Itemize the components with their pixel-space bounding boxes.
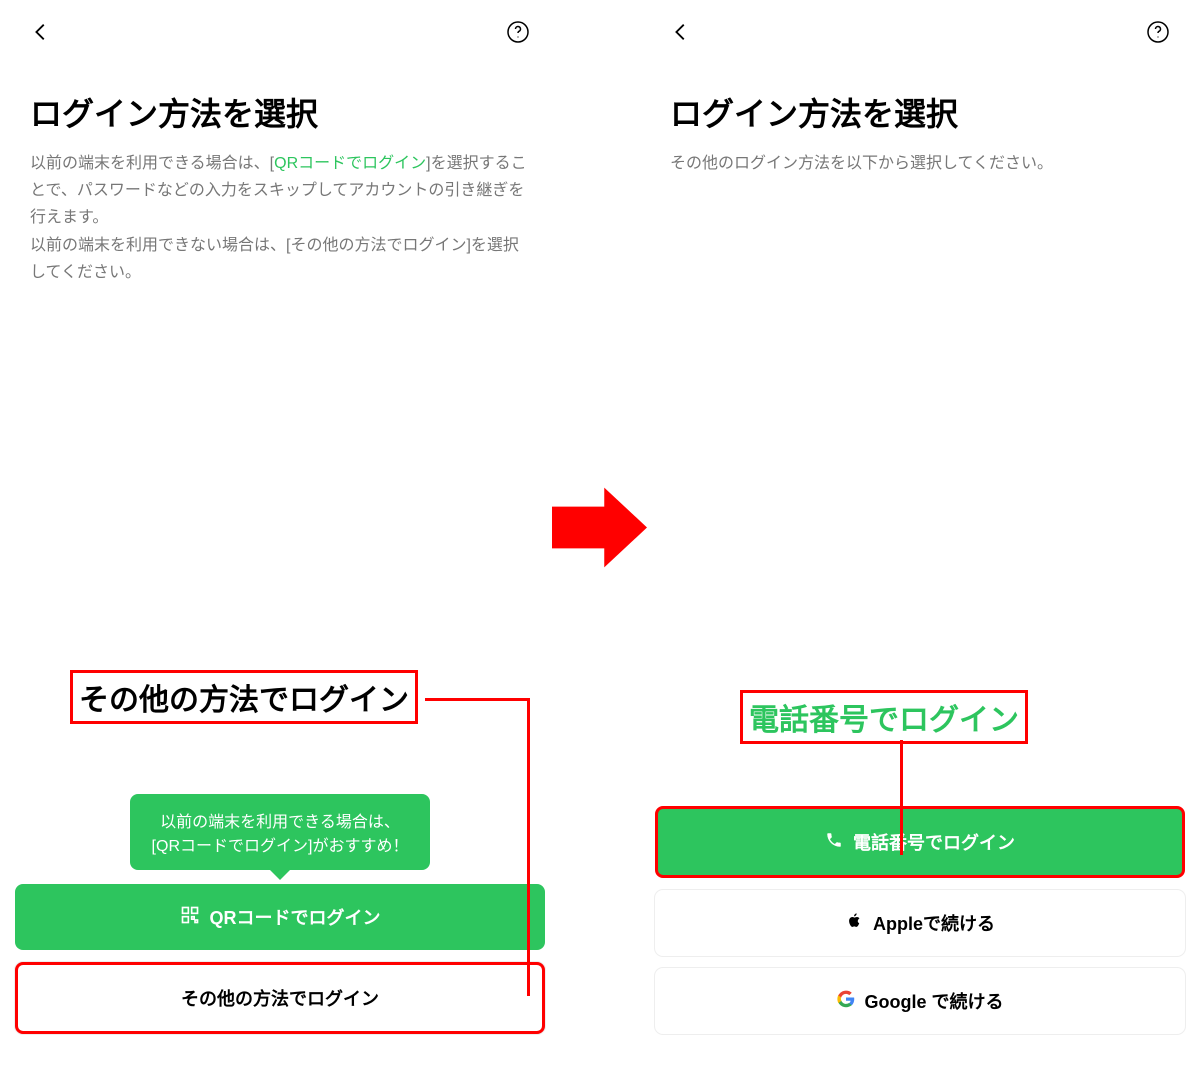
desc-prefix: 以前の端末を利用できる場合は、[ — [30, 155, 274, 172]
apple-icon — [845, 911, 863, 936]
annotation-left: その他の方法でログイン — [70, 670, 418, 724]
phone-icon — [825, 831, 843, 854]
back-icon[interactable] — [670, 21, 692, 48]
tooltip: 以前の端末を利用できる場合は、 [QRコードでログイン]がおすすめ！ — [130, 794, 431, 870]
description: 以前の端末を利用できる場合は、[QRコードでログイン]を選択することで、パスワー… — [0, 145, 560, 291]
desc-suffix: ]を選択することで、パスワードなどの入力をスキップしてアカウントの引き継ぎを行え… — [30, 155, 527, 281]
tooltip-line1: 以前の端末を利用できる場合は、 — [152, 808, 409, 832]
google-login-button[interactable]: Google で続ける — [655, 968, 1185, 1034]
other-login-button[interactable]: その他の方法でログイン — [15, 962, 545, 1034]
page-title: ログイン方法を選択 — [640, 69, 1200, 145]
bottom-actions: 電話番号でログイン Appleで続ける Google で続ける — [655, 806, 1185, 1046]
google-login-label: Google で続ける — [865, 988, 1004, 1014]
desc-link[interactable]: QRコードでログイン — [274, 155, 426, 172]
back-icon[interactable] — [30, 21, 52, 48]
apple-login-label: Appleで続ける — [873, 910, 995, 936]
connector-left-h — [425, 698, 530, 701]
page-title: ログイン方法を選択 — [0, 69, 560, 145]
help-icon[interactable] — [1146, 20, 1170, 49]
screen-left: ログイン方法を選択 以前の端末を利用できる場合は、[QRコードでログイン]を選択… — [0, 0, 600, 1066]
phone-login-label: 電話番号でログイン — [853, 829, 1015, 855]
tooltip-line2: [QRコードでログイン]がおすすめ！ — [152, 832, 409, 856]
annotation-right: 電話番号でログイン — [740, 690, 1028, 744]
qr-login-button[interactable]: QRコードでログイン — [15, 884, 545, 950]
qr-icon — [180, 905, 200, 930]
apple-login-button[interactable]: Appleで続ける — [655, 890, 1185, 956]
connector-left-v — [527, 698, 530, 996]
help-icon[interactable] — [506, 20, 530, 49]
qr-login-label: QRコードでログイン — [210, 904, 381, 930]
google-icon — [837, 990, 855, 1013]
screen-right: ログイン方法を選択 その他のログイン方法を以下から選択してください。 電話番号で… — [600, 0, 1200, 1066]
phone-login-button[interactable]: 電話番号でログイン — [655, 806, 1185, 878]
bottom-actions: 以前の端末を利用できる場合は、 [QRコードでログイン]がおすすめ！ QRコード… — [15, 794, 545, 1046]
connector-right-v — [900, 740, 903, 855]
other-login-label: その他の方法でログイン — [181, 985, 379, 1011]
header — [0, 0, 560, 69]
description: その他のログイン方法を以下から選択してください。 — [640, 145, 1200, 182]
arrow-icon — [552, 480, 647, 575]
header — [640, 0, 1200, 69]
